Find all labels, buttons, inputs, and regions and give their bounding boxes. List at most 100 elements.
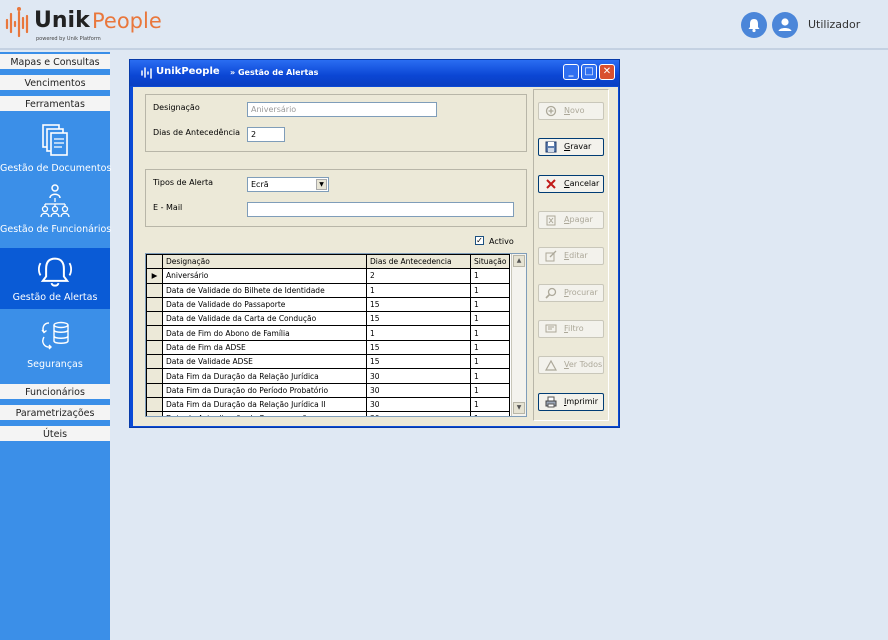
- notifications-button[interactable]: [741, 12, 767, 38]
- sidebar-section-funcionarios[interactable]: Funcionários: [0, 384, 110, 401]
- grid-vertical-scrollbar[interactable]: ▲ ▼: [511, 254, 526, 416]
- cell-dias[interactable]: 15: [366, 311, 471, 327]
- current-row-indicator-icon[interactable]: ▶: [146, 268, 163, 284]
- column-header-situacao[interactable]: Situação: [469, 254, 511, 270]
- row-indicator[interactable]: [146, 382, 163, 398]
- designacao-field[interactable]: Aniversário: [247, 102, 437, 117]
- table-row[interactable]: Data de Fim do Abono de Família 1 1: [146, 325, 511, 341]
- apagar-button[interactable]: Apagar: [538, 211, 604, 229]
- dias-antecedencia-field[interactable]: 2: [247, 127, 285, 142]
- table-row[interactable]: Data de Validade do Bilhete de Identidad…: [146, 282, 511, 298]
- sidebar-item-gestao-documentos[interactable]: Gestão de Documentos: [0, 115, 111, 176]
- scroll-down-icon[interactable]: ▼: [513, 402, 525, 414]
- cell-dias[interactable]: 30: [366, 411, 471, 416]
- tipos-alerta-select[interactable]: Ecrã ▼: [247, 177, 329, 192]
- novo-button[interactable]: Novo: [538, 102, 604, 120]
- row-indicator[interactable]: [146, 368, 163, 384]
- maximize-button[interactable]: □: [581, 64, 597, 80]
- row-indicator-header: [146, 254, 163, 270]
- row-indicator[interactable]: [146, 339, 163, 356]
- sidebar-item-segurancas[interactable]: Seguranças: [0, 311, 110, 372]
- cell-designacao[interactable]: Data de Fim do Abono de Família: [162, 325, 367, 341]
- scroll-up-icon[interactable]: ▲: [513, 255, 525, 267]
- cell-designacao[interactable]: Data de Validade do Passaporte: [162, 296, 367, 313]
- sidebar-section-mapas-consultas[interactable]: Mapas e Consultas: [0, 54, 110, 71]
- cell-designacao[interactable]: Data Fim da Duração da Relação Jurídica …: [162, 396, 367, 413]
- apagar-label: Apagar: [564, 215, 593, 224]
- cell-dias[interactable]: 2: [366, 268, 471, 284]
- sidebar-item-gestao-alertas[interactable]: Gestão de Alertas: [0, 248, 110, 309]
- cell-designacao[interactable]: Aniversário: [162, 268, 367, 284]
- cell-designacao[interactable]: Data de Actualização de Remuneração: [162, 411, 367, 416]
- table-row[interactable]: Data de Actualização de Remuneração301: [146, 411, 511, 416]
- unikpeople-logo[interactable]: Unik People powered by Unik Platform: [4, 6, 164, 46]
- alerts-table-body: ▶ Aniversário 2 1 Data de Validade do Bilhet…: [146, 268, 511, 416]
- cell-situacao[interactable]: 1: [469, 396, 511, 413]
- table-row[interactable]: Data de Fim da ADSE 15 1: [146, 339, 511, 356]
- imprimir-button[interactable]: Imprimir: [538, 393, 604, 411]
- row-indicator[interactable]: [146, 296, 163, 313]
- row-indicator[interactable]: [146, 354, 163, 370]
- table-row[interactable]: Data de Validade ADSE 15 1: [146, 354, 511, 370]
- row-indicator[interactable]: [146, 396, 163, 413]
- cell-situacao[interactable]: 1: [469, 382, 511, 398]
- dias-antecedencia-label: Dias de Antecedência: [153, 128, 241, 137]
- row-indicator[interactable]: [146, 411, 163, 416]
- cell-dias[interactable]: 1: [366, 282, 471, 298]
- close-button[interactable]: ✕: [599, 64, 615, 80]
- sidebar-section-vencimentos[interactable]: Vencimentos: [0, 75, 110, 92]
- cell-dias[interactable]: 15: [366, 296, 471, 313]
- table-row[interactable]: Data Fim da Duração da Relação Jurídica 3…: [146, 368, 511, 384]
- cell-designacao[interactable]: Data Fim da Duração da Relação Jurídica: [162, 368, 367, 384]
- row-indicator[interactable]: [146, 311, 163, 327]
- cancelar-button[interactable]: Cancelar: [538, 175, 604, 193]
- chevron-down-icon[interactable]: ▼: [316, 179, 327, 190]
- minimize-button[interactable]: _: [563, 64, 579, 80]
- gravar-button[interactable]: Gravar: [538, 138, 604, 156]
- cell-situacao[interactable]: 1: [469, 339, 511, 356]
- table-row[interactable]: Data Fim da Duração do Período Probatóri…: [146, 382, 511, 398]
- row-indicator[interactable]: [146, 325, 163, 341]
- activo-checkbox[interactable]: ✓: [475, 236, 484, 245]
- procurar-button[interactable]: Procurar: [538, 284, 604, 302]
- cell-dias[interactable]: 30: [366, 368, 471, 384]
- table-row[interactable]: Data de Validade da Carta de Condução 15 1: [146, 311, 511, 327]
- table-row[interactable]: Data de Validade do Passaporte 15 1: [146, 296, 511, 313]
- window-titlebar[interactable]: UnikPeople » Gestão de Alertas _ □ ✕: [130, 60, 619, 86]
- cell-situacao[interactable]: 1: [469, 311, 511, 327]
- table-row[interactable]: Data Fim da Duração da Relação Jurídica …: [146, 396, 511, 413]
- cell-designacao[interactable]: Data de Validade do Bilhete de Identidad…: [162, 282, 367, 298]
- cell-dias[interactable]: 30: [366, 396, 471, 413]
- user-avatar-button[interactable]: [772, 12, 798, 38]
- user-name-label[interactable]: Utilizador: [808, 18, 860, 31]
- sidebar-section-ferramentas[interactable]: Ferramentas: [0, 96, 110, 113]
- cell-designacao[interactable]: Data de Validade ADSE: [162, 354, 367, 370]
- ver-todos-label: Ver Todos: [564, 360, 603, 369]
- sidebar-section-uteis[interactable]: Úteis: [0, 426, 110, 443]
- cell-dias[interactable]: 15: [366, 339, 471, 356]
- cell-designacao[interactable]: Data de Validade da Carta de Condução: [162, 311, 367, 327]
- cell-dias[interactable]: 30: [366, 382, 471, 398]
- cell-situacao[interactable]: 1: [469, 268, 511, 284]
- cell-situacao[interactable]: 1: [469, 354, 511, 370]
- cell-situacao[interactable]: 1: [469, 296, 511, 313]
- procurar-label: Procurar: [564, 288, 598, 297]
- email-field[interactable]: [247, 202, 514, 217]
- sidebar-section-parametrizacoes[interactable]: Parametrizações: [0, 405, 110, 422]
- table-row[interactable]: ▶ Aniversário 2 1: [146, 268, 511, 284]
- sidebar-item-gestao-funcionarios[interactable]: Gestão de Funcionários: [0, 176, 111, 237]
- editar-button[interactable]: Editar: [538, 247, 604, 265]
- cell-situacao[interactable]: 1: [469, 368, 511, 384]
- filtro-button[interactable]: Filtro: [538, 320, 604, 338]
- cell-situacao[interactable]: 1: [469, 325, 511, 341]
- cell-dias[interactable]: 1: [366, 325, 471, 341]
- cell-situacao[interactable]: 1: [469, 411, 511, 416]
- cell-situacao[interactable]: 1: [469, 282, 511, 298]
- ver-todos-button[interactable]: Ver Todos: [538, 356, 604, 374]
- cell-dias[interactable]: 15: [366, 354, 471, 370]
- column-header-dias[interactable]: Dias de Antecedencia: [366, 254, 471, 270]
- cell-designacao[interactable]: Data de Fim da ADSE: [162, 339, 367, 356]
- cell-designacao[interactable]: Data Fim da Duração do Período Probatóri…: [162, 382, 367, 398]
- column-header-designacao[interactable]: Designação: [162, 254, 367, 270]
- row-indicator[interactable]: [146, 282, 163, 298]
